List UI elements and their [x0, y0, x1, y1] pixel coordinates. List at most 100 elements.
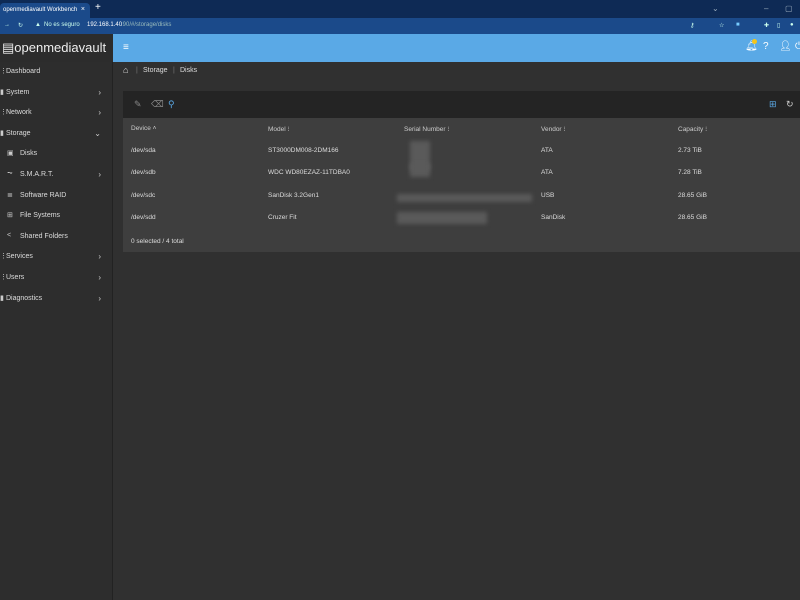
puzzle-icon[interactable]: ✚: [764, 22, 769, 29]
address-bar[interactable]: → ↻ ▲ No es seguro 192.168.1.40 :90/#/st…: [0, 18, 800, 34]
sidebar-item-label: Software RAID: [20, 191, 67, 199]
reload-icon[interactable]: ↻: [18, 22, 23, 29]
menu-toggle-icon[interactable]: ≡: [123, 42, 129, 53]
cell-device: /dev/sdc: [131, 191, 156, 199]
sidebar-item-label: Users: [6, 274, 25, 281]
help-icon[interactable]: ?: [763, 41, 769, 52]
extension-icon[interactable]: ■: [736, 22, 740, 28]
chevron-icon: ›: [98, 273, 101, 282]
sidebar-item-label: Diagnostics: [6, 294, 43, 302]
star-icon[interactable]: ☆: [719, 22, 724, 29]
sidebar-item-label: Services: [6, 253, 33, 261]
sidebar-item-diagnostics[interactable]: ▮ Diagnostics ›: [0, 289, 113, 309]
sidebar-item-icon: ▮: [0, 129, 4, 137]
sidebar-item-disks[interactable]: ▣ Disks: [0, 144, 113, 164]
chevron-icon: ›: [98, 252, 101, 262]
sidebar-item-label: Disks: [20, 150, 38, 158]
sidebar-item-icon: ▣: [7, 150, 14, 158]
notification-badge: [752, 39, 757, 44]
refresh-icon[interactable]: ↻: [786, 99, 794, 110]
close-tab-icon[interactable]: ×: [81, 6, 85, 13]
sidebar-item-label: Dashboard: [6, 68, 41, 75]
sidebar-item-s-m-a-r-t[interactable]: ⏦ S.M.A.R.T. ›: [0, 165, 113, 185]
minimize-icon[interactable]: –: [764, 4, 768, 13]
browser-tab-bar: openmediavault Workbench × + ⌄ – ▢: [0, 0, 800, 18]
chevron-icon: ›: [98, 293, 101, 303]
column-header[interactable]: Capacity ⁝: [678, 125, 707, 133]
sidebar-item-users[interactable]: ⋮ Users ›: [0, 268, 113, 288]
cell-device: /dev/sdd: [131, 213, 156, 221]
serial-number-redacted: [397, 194, 532, 202]
logo-text: openmediavault: [14, 40, 107, 55]
wipe-eraser-icon[interactable]: ⌫: [151, 99, 164, 110]
maximize-icon[interactable]: ▢: [785, 4, 793, 13]
url-host: 192.168.1.40: [87, 22, 123, 28]
sidebar-item-icon: ▮: [0, 294, 4, 302]
logo-icon: ▤: [2, 40, 15, 55]
chevron-icon: ⌄: [94, 128, 101, 138]
breadcrumb: ⌂ | Storage | Disks: [123, 65, 198, 75]
cell-model: Cruzer Fit: [268, 213, 297, 221]
column-header[interactable]: Model ⁝: [268, 125, 290, 133]
cell-model: WDC WD80EZAZ-11TDBA0: [268, 169, 350, 177]
breadcrumb-storage[interactable]: Storage: [143, 67, 168, 74]
chevron-icon: ›: [98, 170, 101, 179]
app-header: ▤openmediavault ≡ 🔔︎ ? 👤︎ ⏻: [0, 34, 800, 62]
edit-icon[interactable]: ✎: [134, 99, 142, 110]
power-icon[interactable]: ⏻: [795, 41, 800, 52]
sidebar-item-label: System: [6, 88, 30, 96]
sidebar-item-dashboard[interactable]: ⋮ Dashboard: [0, 62, 113, 82]
home-icon[interactable]: ⌂: [123, 65, 128, 75]
cell-vendor: USB: [541, 191, 555, 199]
security-label: No es seguro: [44, 22, 80, 28]
sidebar-item-network[interactable]: ⋮ Network ›: [0, 103, 113, 123]
tab-title: openmediavault Workbench: [3, 7, 78, 13]
table-toolbar: ✎ ⌫ ⚲ ⊞ ↻: [123, 91, 800, 118]
sidebar-item-icon: ≣: [7, 191, 13, 199]
serial-number-redacted: [397, 212, 487, 224]
profile-avatar[interactable]: ●: [790, 22, 794, 28]
key-icon[interactable]: ⚷: [690, 22, 694, 29]
warning-icon: ▲: [35, 22, 41, 28]
search-icon[interactable]: ⚲: [168, 99, 175, 110]
sidebar-item-icon: ⏦: [7, 170, 13, 177]
sidebar-item-software-raid[interactable]: ≣ Software RAID: [0, 186, 113, 206]
sidebar-item-icon: <: [7, 231, 12, 239]
cell-model: ST3000DM008-2DM166: [268, 147, 339, 154]
sidebar: ⋮ Dashboard ▮ System › ⋮ Network › ▮ Storage ⌄ ▣ Dis…: [0, 62, 113, 600]
sidebar-item-file-systems[interactable]: ⊞ File Systems: [0, 206, 113, 226]
cell-device: /dev/sdb: [131, 169, 156, 177]
sidepanel-icon[interactable]: ▯: [777, 22, 780, 29]
sidebar-item-services[interactable]: ⋮ Services ›: [0, 247, 113, 267]
cell-vendor: ATA: [541, 147, 553, 154]
cell-capacity: 7.28 TiB: [678, 169, 702, 177]
column-toggle-icon[interactable]: ⊞: [769, 99, 777, 110]
chevron-icon: ›: [98, 108, 101, 118]
sidebar-item-icon: ⊞: [7, 212, 13, 220]
cell-capacity: 2.73 TiB: [678, 147, 702, 154]
chevron-icon: ›: [98, 87, 101, 97]
cell-vendor: ATA: [541, 169, 553, 177]
cell-vendor: SanDisk: [541, 213, 566, 221]
forward-icon[interactable]: →: [4, 22, 10, 28]
chevron-down-icon[interactable]: ⌄: [712, 4, 719, 13]
sidebar-item-shared-folders[interactable]: < Shared Folders: [0, 227, 113, 247]
sidebar-item-icon: ▮: [0, 88, 4, 96]
column-header[interactable]: Device ˄: [131, 125, 156, 132]
sidebar-item-label: Storage: [6, 129, 31, 137]
column-header[interactable]: Vendor ⁝: [541, 125, 565, 133]
sidebar-item-system[interactable]: ▮ System ›: [0, 83, 113, 103]
new-tab-button[interactable]: +: [95, 2, 101, 13]
sidebar-item-label: S.M.A.R.T.: [20, 171, 54, 178]
sidebar-item-label: File Systems: [20, 212, 61, 220]
url-path: :90/#/storage/disks: [121, 22, 172, 28]
column-header[interactable]: Serial Number ⁝: [404, 125, 449, 133]
user-icon[interactable]: 👤︎: [779, 41, 792, 52]
breadcrumb-disks: Disks: [180, 67, 198, 74]
app-logo: ▤openmediavault: [0, 34, 113, 62]
sidebar-item-storage[interactable]: ▮ Storage ⌄: [0, 124, 113, 144]
selection-summary: 0 selected / 4 total: [131, 238, 184, 245]
browser-tab[interactable]: openmediavault Workbench ×: [0, 3, 90, 18]
serial-number-redacted: [410, 163, 430, 177]
sidebar-item-label: Network: [6, 109, 32, 117]
